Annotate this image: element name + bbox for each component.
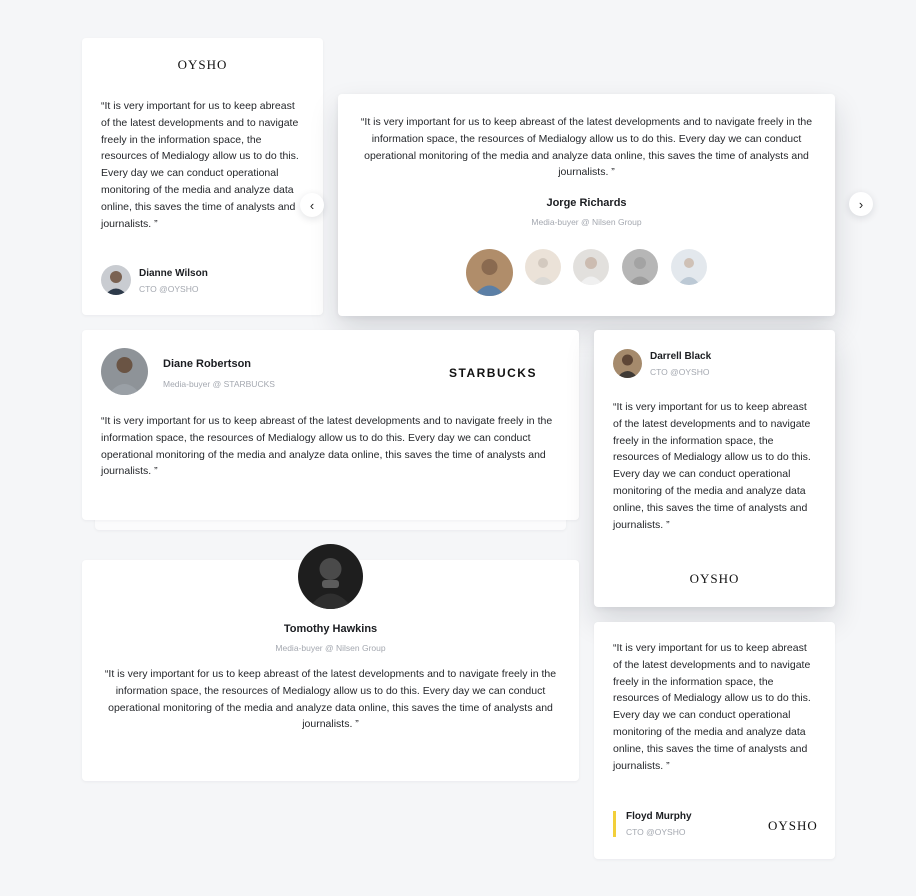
carousel-avatar[interactable] xyxy=(622,249,658,285)
person-role: Media-buyer @ STARBUCKS xyxy=(163,379,275,389)
carousel-next-button[interactable]: › xyxy=(849,192,873,216)
testimonial-quote: “It is very important for us to keep abr… xyxy=(360,116,813,179)
person-name: Tomothy Hawkins xyxy=(283,623,378,635)
avatar xyxy=(613,349,642,378)
testimonial-quote: “It is very important for us to keep abr… xyxy=(613,642,811,772)
person-role: CTO @OYSHO xyxy=(626,827,686,837)
testimonial-carousel-card: “It is very important for us to keep abr… xyxy=(338,94,835,316)
testimonial-card-floyd: “It is very important for us to keep abr… xyxy=(594,622,835,859)
starbucks-logo: STARBUCKS xyxy=(449,366,537,380)
testimonial-quote: “It is very important for us to keep abr… xyxy=(613,401,811,531)
testimonial-card-dianne: OYSHO “It is very important for us to ke… xyxy=(82,38,323,315)
carousel-prev-button[interactable]: ‹ xyxy=(300,193,324,217)
chevron-right-icon: › xyxy=(858,196,864,212)
avatar xyxy=(101,348,148,395)
oysho-logo: OYSHO xyxy=(768,818,818,833)
carousel-avatar[interactable] xyxy=(525,249,561,285)
person-role: CTO @OYSHO xyxy=(650,367,710,377)
chevron-left-icon: ‹ xyxy=(309,197,315,213)
person-name: Jorge Richards xyxy=(546,197,627,209)
oysho-logo: OYSHO xyxy=(177,57,228,72)
carousel-avatar[interactable] xyxy=(573,249,609,285)
testimonial-card-diane: Diane Robertson Media-buyer @ STARBUCKS … xyxy=(82,330,579,520)
testimonial-card-darrell: Darrell Black CTO @OYSHO “It is very imp… xyxy=(594,330,835,607)
carousel-avatar[interactable] xyxy=(671,249,707,285)
testimonial-quote: “It is very important for us to keep abr… xyxy=(101,415,553,478)
person-name: Dianne Wilson xyxy=(139,268,208,279)
testimonial-quote: “It is very important for us to keep abr… xyxy=(104,668,557,731)
carousel-avatar-active[interactable] xyxy=(466,249,513,296)
person-role: Media-buyer @ Nilsen Group xyxy=(531,217,642,227)
testimonial-quote: “It is very important for us to keep abr… xyxy=(101,100,299,230)
person-role: CTO @OYSHO xyxy=(139,284,199,294)
avatar xyxy=(298,544,363,609)
person-role: Media-buyer @ Nilsen Group xyxy=(275,643,386,653)
avatar xyxy=(101,265,131,295)
person-name: Darrell Black xyxy=(650,351,712,362)
person-name: Diane Robertson xyxy=(163,358,252,370)
oysho-logo: OYSHO xyxy=(689,571,740,586)
accent-bar xyxy=(613,811,616,837)
testimonial-card-tomothy: Tomothy Hawkins Media-buyer @ Nilsen Gro… xyxy=(82,544,579,781)
person-name: Floyd Murphy xyxy=(626,811,692,822)
